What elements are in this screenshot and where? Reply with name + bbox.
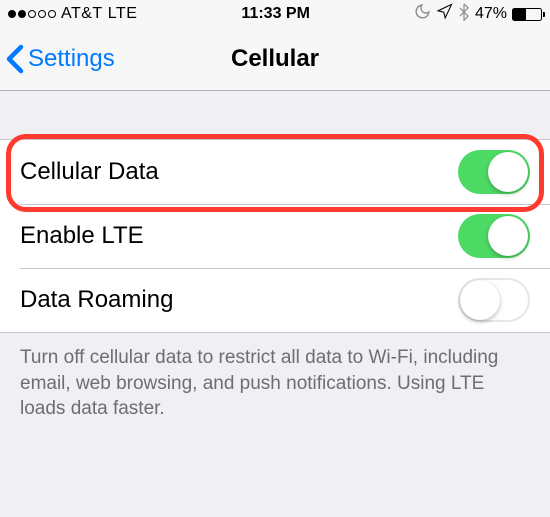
clock: 11:33 PM (241, 5, 309, 23)
row-cellular-data[interactable]: Cellular Data (0, 140, 550, 204)
row-enable-lte[interactable]: Enable LTE (0, 204, 550, 268)
toggle-knob (488, 216, 528, 256)
status-bar: AT&T LTE 11:33 PM 47% (0, 0, 550, 28)
row-label: Cellular Data (20, 158, 159, 186)
carrier-label: AT&T (61, 5, 103, 23)
group-spacer (0, 91, 550, 139)
back-label: Settings (28, 45, 115, 73)
toggle-knob (460, 280, 500, 320)
signal-strength-icon (8, 10, 56, 18)
data-roaming-toggle[interactable] (458, 278, 530, 322)
chevron-left-icon (6, 44, 24, 74)
status-right: 47% (414, 3, 542, 26)
nav-bar: Settings Cellular (0, 28, 550, 91)
moon-icon (414, 3, 431, 25)
battery-icon (512, 8, 542, 21)
row-label: Enable LTE (20, 222, 144, 250)
footer-description: Turn off cellular data to restrict all d… (0, 333, 550, 434)
cellular-data-toggle[interactable] (458, 150, 530, 194)
enable-lte-toggle[interactable] (458, 214, 530, 258)
battery-fill (513, 9, 526, 20)
settings-group: Cellular Data Enable LTE Data Roaming (0, 139, 550, 333)
status-left: AT&T LTE (8, 5, 137, 23)
row-data-roaming[interactable]: Data Roaming (0, 268, 550, 332)
back-button[interactable]: Settings (6, 44, 115, 74)
row-label: Data Roaming (20, 286, 173, 314)
location-icon (436, 3, 453, 25)
network-label: LTE (108, 5, 138, 23)
battery-percentage: 47% (475, 5, 507, 23)
toggle-knob (488, 152, 528, 192)
bluetooth-icon (458, 3, 470, 26)
